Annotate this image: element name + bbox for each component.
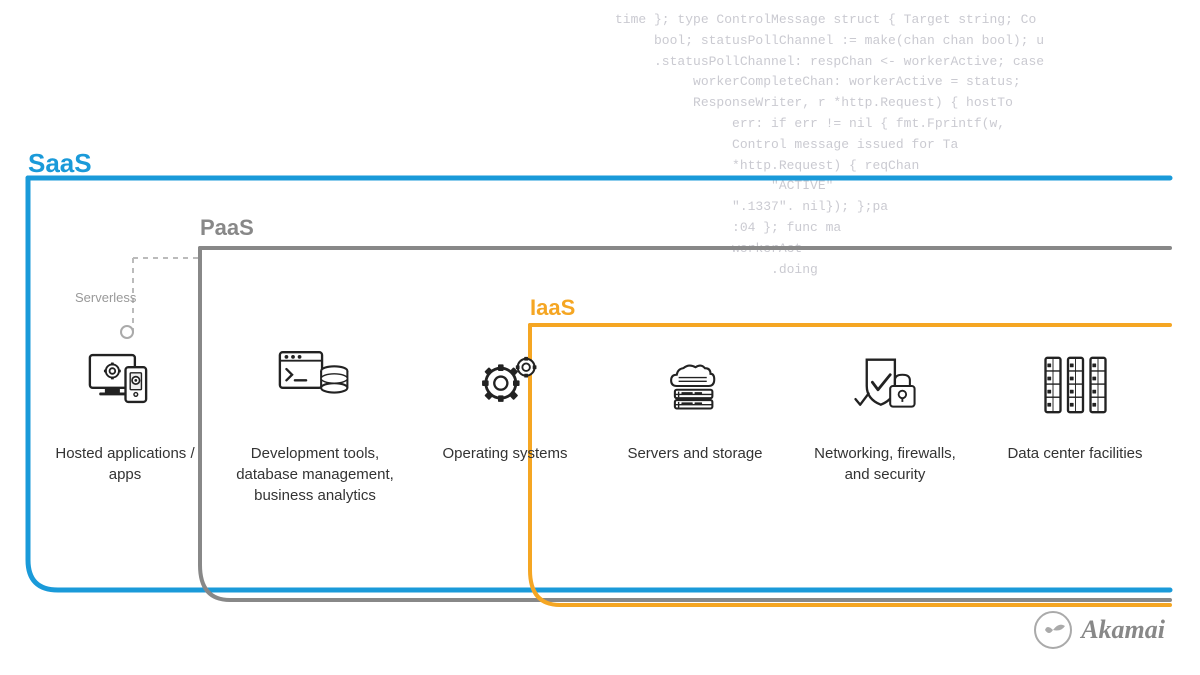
serverless-circle	[120, 325, 134, 339]
diagram: SaaS PaaS IaaS Serverless	[0, 0, 1200, 675]
datacenter-label: Data center facilities	[1007, 443, 1142, 464]
hosted-apps-label: Hosted applications / apps	[45, 443, 205, 485]
os-icon	[465, 345, 545, 425]
service-servers: Servers and storage	[600, 345, 790, 464]
server-icon	[655, 345, 735, 425]
serverless-label: Serverless	[75, 290, 136, 305]
iaas-label: IaaS	[530, 295, 575, 321]
service-os: Operating systems	[410, 345, 600, 464]
dev-tools-label: Development tools, database management, …	[235, 443, 395, 506]
servers-label: Servers and storage	[627, 443, 762, 464]
service-networking: Networking, firewalls, and security	[790, 345, 980, 485]
paas-label: PaaS	[200, 215, 254, 241]
saas-label: SaaS	[28, 148, 92, 179]
service-dev-tools: Development tools, database management, …	[220, 345, 410, 506]
akamai-icon	[1033, 610, 1073, 650]
os-label: Operating systems	[442, 443, 567, 464]
hosted-apps-icon	[85, 345, 165, 425]
networking-icon	[845, 345, 925, 425]
service-datacenter: Data center facilities	[980, 345, 1170, 464]
akamai-text: Akamai	[1081, 615, 1165, 645]
networking-label: Networking, firewalls, and security	[805, 443, 965, 485]
datacenter-icon	[1035, 345, 1115, 425]
arcs-svg	[0, 0, 1200, 675]
akamai-logo: Akamai	[1033, 610, 1165, 650]
services-row: Hosted applications / apps	[30, 345, 1170, 506]
dev-tools-icon	[275, 345, 355, 425]
service-hosted-apps: Hosted applications / apps	[30, 345, 220, 485]
